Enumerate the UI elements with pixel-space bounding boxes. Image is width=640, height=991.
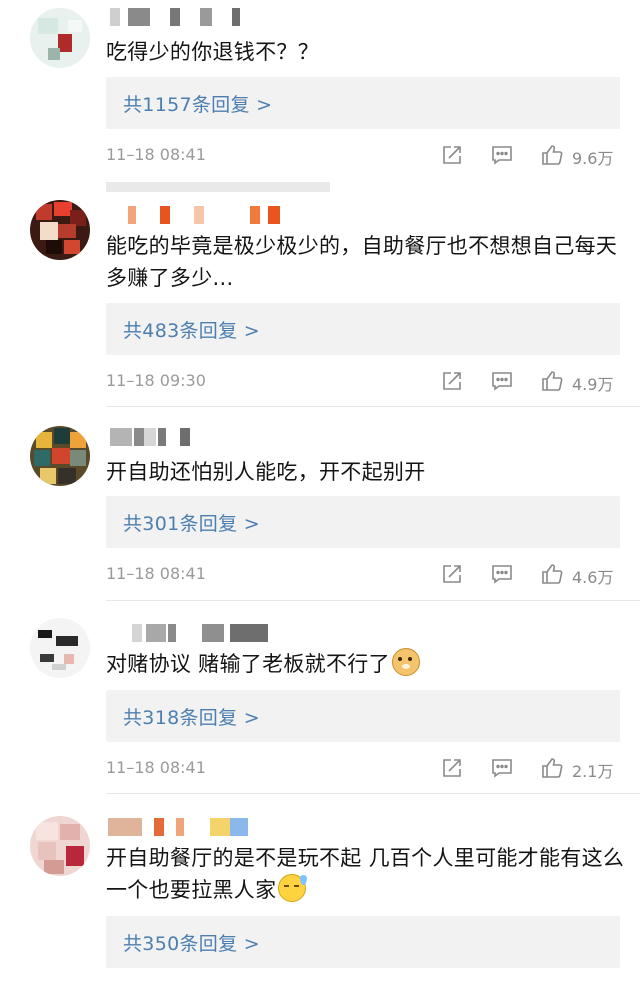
reply-count-box[interactable]: 共350条回复 > [106, 916, 620, 968]
divider [106, 793, 640, 794]
share-icon[interactable] [440, 756, 464, 780]
timestamp: 11–18 08:41 [106, 564, 206, 583]
comment-text-body: 对赌协议 赌输了老板就不行了 [106, 652, 390, 676]
thumbs-up-icon[interactable] [540, 756, 564, 780]
share-icon[interactable] [440, 143, 464, 167]
comment-text: 开自助还怕别人能吃，开不起别开 [106, 460, 426, 484]
like-count: 4.6万 [572, 568, 614, 587]
reply-count-box[interactable]: 共301条回复 > [106, 496, 620, 548]
comment-text-body: 开自助餐厅的是不是玩不起 几百个人里可能才能有这么一个也要拉黑人家 [106, 846, 625, 902]
timestamp: 11–18 08:41 [106, 145, 206, 164]
comment-text: 吃得少的你退钱不？？ [106, 40, 319, 64]
reply-count-box[interactable]: 共483条回复 > [106, 303, 620, 355]
reply-count-link[interactable]: 共318条回复 > [123, 703, 260, 730]
doge-emoji [391, 648, 420, 676]
comment-icon[interactable] [490, 756, 514, 780]
like-count: 4.9万 [572, 375, 614, 394]
share-icon[interactable] [440, 562, 464, 586]
comment-icon[interactable] [490, 562, 514, 586]
comment-meta: 11–18 08:41 4.6万 [106, 562, 620, 587]
thumbs-up-icon[interactable] [540, 143, 564, 167]
divider [106, 182, 330, 192]
like-count: 2.1万 [572, 762, 614, 781]
comment-text: 开自助餐厅的是不是玩不起 几百个人里可能才能有这么一个也要拉黑人家 [106, 842, 626, 906]
reply-count-link[interactable]: 共350条回复 > [123, 929, 260, 956]
avatar[interactable] [30, 200, 90, 260]
divider [106, 600, 640, 601]
sweat-emoji [278, 874, 308, 902]
comment-meta: 11–18 09:30 4.9万 [106, 369, 620, 394]
reply-count-link[interactable]: 共483条回复 > [123, 316, 260, 343]
comment-text: 能吃的毕竟是极少极少的，自助餐厅也不想想自己每天多赚了多少... [106, 234, 618, 290]
timestamp: 11–18 08:41 [106, 758, 206, 777]
avatar[interactable] [30, 618, 90, 678]
divider [106, 406, 640, 407]
like-count: 9.6万 [572, 149, 614, 168]
reply-count-link[interactable]: 共1157条回复 > [123, 90, 272, 117]
timestamp: 11–18 09:30 [106, 371, 206, 390]
comment-meta: 11–18 08:41 9.6万 [106, 143, 620, 168]
thumbs-up-icon[interactable] [540, 369, 564, 393]
reply-count-box[interactable]: 共318条回复 > [106, 690, 620, 742]
avatar[interactable] [30, 816, 90, 876]
comment-icon[interactable] [490, 143, 514, 167]
thumbs-up-icon[interactable] [540, 562, 564, 586]
reply-count-link[interactable]: 共301条回复 > [123, 509, 260, 536]
comment-icon[interactable] [490, 369, 514, 393]
reply-count-box[interactable]: 共1157条回复 > [106, 77, 620, 129]
comment-text: 对赌协议 赌输了老板就不行了 [106, 648, 626, 680]
comment-meta: 11–18 08:41 2.1万 [106, 756, 620, 781]
share-icon[interactable] [440, 369, 464, 393]
avatar[interactable] [30, 8, 90, 68]
avatar[interactable] [30, 426, 90, 486]
